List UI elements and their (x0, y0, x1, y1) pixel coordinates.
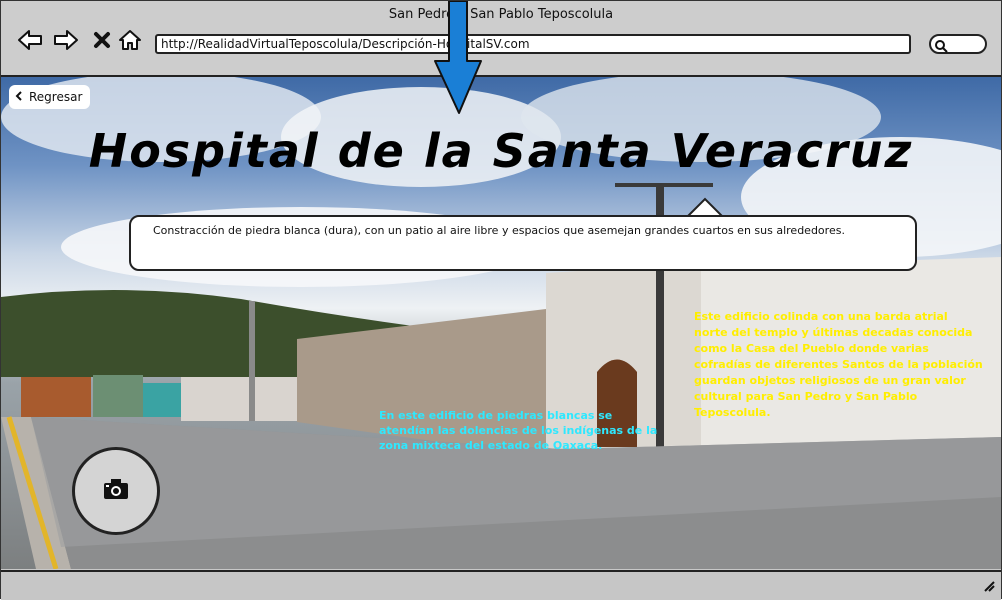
camera-icon (103, 478, 129, 504)
browser-window: San Pedro y San Pablo Teposcolula http:/… (0, 0, 1002, 600)
close-icon[interactable] (89, 28, 115, 52)
camera-button[interactable] (72, 447, 160, 535)
arrow-left-icon[interactable] (17, 28, 43, 52)
page-title: Hospital de la Santa Veracruz (88, 124, 914, 178)
window-title: San Pedro y San Pablo Teposcolula (388, 7, 614, 22)
search-icon (934, 38, 948, 57)
history-note: Este edificio colinda con una barda atri… (694, 310, 983, 419)
home-icon[interactable] (117, 28, 143, 52)
pointer-arrow-icon (434, 1, 482, 114)
search-input[interactable] (929, 34, 987, 54)
arrow-right-icon[interactable] (53, 28, 79, 52)
url-input[interactable]: http://RealidadVirtualTeposcolula/Descri… (155, 34, 911, 54)
back-button[interactable]: Regresar (9, 85, 91, 109)
purpose-note: En este edificio de piedras blancas se a… (379, 409, 658, 452)
description-callout: Constracción de piedra blanca (dura), co… (129, 215, 917, 271)
status-bar (1, 570, 1001, 600)
browser-toolbar: San Pedro y San Pablo Teposcolula http:/… (1, 1, 1001, 77)
resize-grip-icon[interactable] (981, 577, 995, 596)
chevron-left-icon (15, 90, 23, 104)
back-button-label: Regresar (29, 90, 83, 104)
